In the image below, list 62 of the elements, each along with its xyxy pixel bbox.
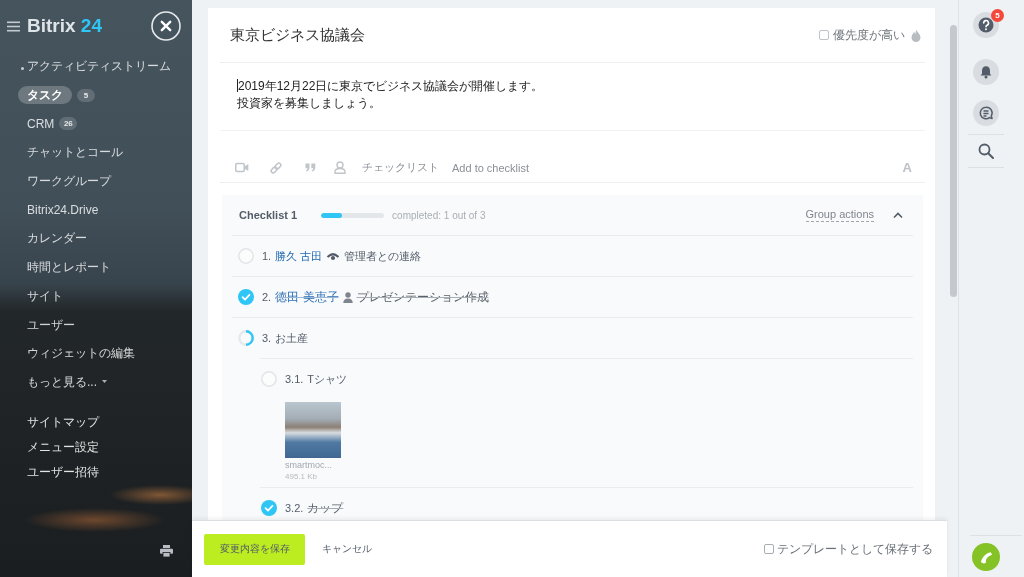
phone-icon[interactable] [972,543,1000,571]
item-text[interactable]: 管理者との連絡 [344,248,422,264]
help-icon[interactable] [973,12,999,38]
item-number: 1. [262,250,272,262]
menu-item[interactable]: アクティビティストリーム [27,57,171,76]
item-counter: 5 [77,88,95,102]
item-number: 2. [262,291,272,303]
close-icon[interactable] [151,11,181,41]
menu-item[interactable]: Bitrix24.Drive [27,200,99,219]
notification-counter: 5 [991,9,1004,22]
menu-item[interactable]: ユーザー [27,315,75,334]
checklist-title[interactable]: Checklist 1 [239,209,298,221]
task-title[interactable]: 東京ビジネス協議会 [230,25,365,45]
item-number: 3.1. [285,373,304,385]
flame-icon [911,28,921,42]
save-button[interactable]: 変更内容を保存 [204,533,305,565]
menu-item[interactable]: サイト [27,286,63,305]
description-text[interactable]: 2019年12月22日に東京でビジネス協議会が開催します。 投資家を募集しましょう。 [237,78,544,112]
item-number: 3. [262,332,272,344]
template-label[interactable]: テンプレートとして保存する [777,540,933,558]
quote-icon[interactable] [305,163,316,172]
person-icon [342,291,353,303]
menu-item[interactable]: ウィジェットの編集 [27,344,135,363]
menu-item[interactable]: タスク [18,86,72,105]
sidebar-link[interactable]: ユーザー招待 [27,460,99,486]
more-link[interactable]: もっと見る... [27,372,97,391]
sidebar-link[interactable]: メニュー設定 [27,435,99,461]
bell-icon[interactable] [973,59,999,85]
video-camera-icon[interactable] [235,162,249,173]
menu-item[interactable]: ワークグループ [27,172,111,191]
item-number: 3.2. [285,502,304,514]
caret-icon [102,380,107,384]
group-actions-link[interactable]: Group actions [805,208,874,222]
priority-label[interactable]: 優先度が高い [833,26,905,44]
chat-icon[interactable] [973,100,999,126]
checkbox[interactable] [261,500,277,516]
user-icon[interactable] [334,161,346,174]
sidebar-link[interactable]: サイトマップ [27,410,99,436]
menu-icon[interactable] [7,20,20,32]
person-link[interactable]: 勝久 古田 [275,248,323,264]
caret-icon[interactable] [893,211,903,219]
checkbox[interactable] [819,30,829,40]
checklist-button[interactable]: チェックリスト [362,160,439,175]
printer-icon[interactable] [160,545,173,557]
progress-text: completed: 1 out of 3 [392,209,486,221]
photo-placeholder[interactable] [285,402,341,458]
menu-item[interactable]: 時間とレポート [27,258,111,277]
eye-icon [326,251,341,261]
item-counter: 26 [59,117,78,131]
scrollbar-thumb[interactable] [950,25,957,297]
logo[interactable]: Bitrix 24 [27,15,102,37]
checkbox[interactable] [238,289,254,305]
menu-item[interactable]: チャットとコール [27,143,123,162]
link-icon[interactable] [270,161,282,174]
menu-item[interactable]: カレンダー [27,229,87,248]
item-text[interactable]: Tシャツ [307,371,348,387]
search-icon[interactable] [978,143,994,159]
checkbox[interactable] [764,544,774,554]
menu-item[interactable]: CRM [27,114,55,133]
item-text[interactable]: お土産 [275,330,309,346]
add-to-checklist-link[interactable]: Add to checklist [452,161,530,174]
cancel-button[interactable]: キャンセル [322,542,372,556]
